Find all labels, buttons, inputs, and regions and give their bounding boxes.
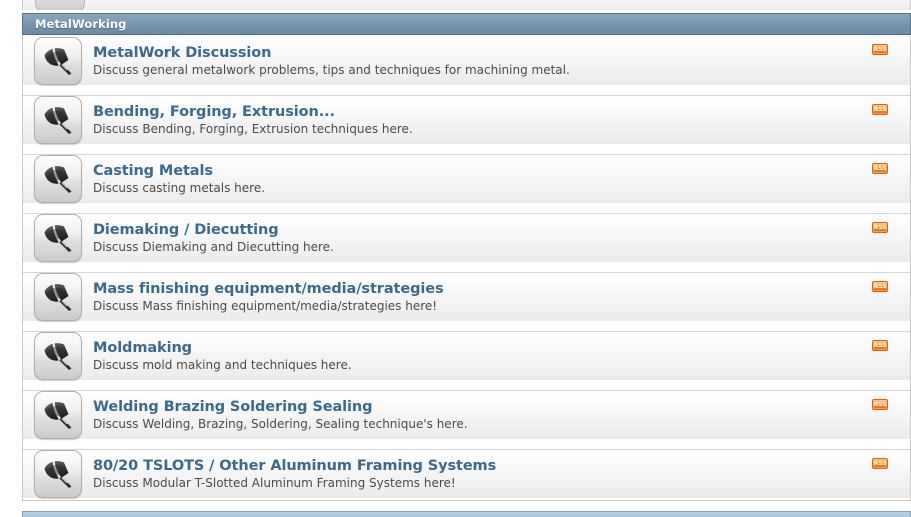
forum-description: Discuss Mass finishing equipment/media/s… bbox=[93, 299, 438, 313]
forum-description: Discuss Bending, Forging, Extrusion tech… bbox=[93, 122, 413, 136]
rss-cell: RSS bbox=[850, 391, 910, 439]
rss-icon[interactable]: RSS bbox=[872, 281, 888, 292]
forum-list: MetalWork Discussion Discuss general met… bbox=[22, 36, 911, 501]
forum-row[interactable]: Mass finishing equipment/media/strategie… bbox=[23, 272, 910, 321]
forum-title-link[interactable]: Mass finishing equipment/media/strategie… bbox=[93, 280, 444, 298]
forum-row[interactable]: Welding Brazing Soldering Sealing Discus… bbox=[23, 390, 910, 439]
forum-row[interactable]: Casting Metals Discuss casting metals he… bbox=[23, 154, 910, 203]
footer-strip bbox=[22, 511, 911, 517]
rss-icon[interactable]: RSS bbox=[872, 104, 888, 115]
rss-label: RSS bbox=[873, 341, 887, 349]
category-title: MetalWorking bbox=[35, 17, 127, 31]
forum-text: Casting Metals Discuss casting metals he… bbox=[93, 160, 850, 198]
rss-cell: RSS bbox=[850, 273, 910, 321]
forum-description: Discuss mold making and techniques here. bbox=[93, 358, 352, 372]
rss-label: RSS bbox=[873, 164, 887, 172]
forum-title-link[interactable]: Bending, Forging, Extrusion... bbox=[93, 103, 335, 121]
rss-cell: RSS bbox=[850, 36, 910, 85]
forum-text: Mass finishing equipment/media/strategie… bbox=[93, 278, 850, 316]
rss-cell: RSS bbox=[850, 96, 910, 144]
forum-text: Bending, Forging, Extrusion... Discuss B… bbox=[93, 101, 850, 139]
rss-label: RSS bbox=[873, 400, 887, 408]
forum-metalwork-icon bbox=[34, 214, 82, 262]
forum-metalwork-icon bbox=[34, 36, 82, 85]
forum-metalwork-icon bbox=[34, 96, 82, 144]
forum-title-link[interactable]: Welding Brazing Soldering Sealing bbox=[93, 398, 373, 416]
rss-label: RSS bbox=[873, 105, 887, 113]
rss-label: RSS bbox=[873, 282, 887, 290]
forum-metalwork-icon bbox=[34, 332, 82, 380]
forum-row[interactable]: 80/20 TSLOTS / Other Aluminum Framing Sy… bbox=[23, 449, 910, 498]
rss-icon[interactable]: RSS bbox=[872, 340, 888, 351]
forum-title-link[interactable]: MetalWork Discussion bbox=[93, 44, 271, 62]
forum-description: Discuss Modular T-Slotted Aluminum Frami… bbox=[93, 476, 456, 490]
rss-icon[interactable]: RSS bbox=[872, 222, 888, 233]
forum-icon bbox=[35, 0, 85, 10]
forum-text: MetalWork Discussion Discuss general met… bbox=[93, 42, 850, 80]
forum-title-link[interactable]: Diemaking / Diecutting bbox=[93, 221, 279, 239]
forum-row[interactable]: Diemaking / Diecutting Discuss Diemaking… bbox=[23, 213, 910, 262]
rss-label: RSS bbox=[873, 459, 887, 467]
rss-label: RSS bbox=[873, 45, 887, 53]
forum-metalwork-icon bbox=[34, 391, 82, 439]
forum-title-link[interactable]: Casting Metals bbox=[93, 162, 213, 180]
forum-description: Discuss casting metals here. bbox=[93, 181, 266, 195]
rss-cell: RSS bbox=[850, 332, 910, 380]
forum-text: Moldmaking Discuss mold making and techn… bbox=[93, 337, 850, 375]
forum-description: Discuss Welding, Brazing, Soldering, Sea… bbox=[93, 417, 468, 431]
forum-title-link[interactable]: Moldmaking bbox=[93, 339, 192, 357]
previous-category-row-remnant bbox=[22, 0, 911, 10]
rss-icon[interactable]: RSS bbox=[872, 44, 888, 55]
forum-row[interactable]: Bending, Forging, Extrusion... Discuss B… bbox=[23, 95, 910, 144]
forum-description: Discuss Diemaking and Diecutting here. bbox=[93, 240, 334, 254]
forum-metalwork-icon bbox=[34, 273, 82, 321]
forum-category-metalworking: MetalWorking MetalWork Discussion Discus… bbox=[22, 13, 911, 501]
forum-row[interactable]: Moldmaking Discuss mold making and techn… bbox=[23, 331, 910, 380]
forum-text: 80/20 TSLOTS / Other Aluminum Framing Sy… bbox=[93, 455, 850, 493]
forum-description: Discuss general metalwork problems, tips… bbox=[93, 62, 570, 77]
forum-page: MetalWorking MetalWork Discussion Discus… bbox=[0, 0, 911, 517]
rss-cell: RSS bbox=[850, 155, 910, 203]
category-header-bar[interactable]: MetalWorking bbox=[22, 13, 911, 35]
forum-text: Welding Brazing Soldering Sealing Discus… bbox=[93, 396, 850, 434]
rss-cell: RSS bbox=[850, 214, 910, 262]
forum-text: Diemaking / Diecutting Discuss Diemaking… bbox=[93, 219, 850, 257]
rss-icon[interactable]: RSS bbox=[872, 399, 888, 410]
rss-label: RSS bbox=[873, 223, 887, 231]
forum-metalwork-icon bbox=[34, 155, 82, 203]
forum-title-link[interactable]: 80/20 TSLOTS / Other Aluminum Framing Sy… bbox=[93, 457, 496, 475]
rss-icon[interactable]: RSS bbox=[872, 458, 888, 469]
forum-row[interactable]: MetalWork Discussion Discuss general met… bbox=[23, 36, 910, 85]
rss-icon[interactable]: RSS bbox=[872, 163, 888, 174]
rss-cell: RSS bbox=[850, 450, 910, 498]
forum-metalwork-icon bbox=[34, 450, 82, 498]
